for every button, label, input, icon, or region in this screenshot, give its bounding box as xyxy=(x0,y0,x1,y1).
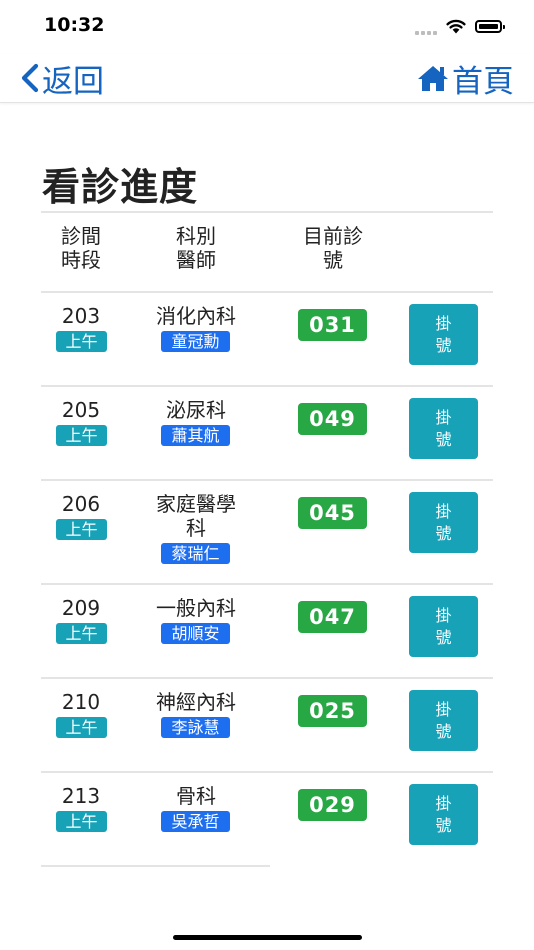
period-badge: 上午 xyxy=(56,811,107,832)
period-badge: 上午 xyxy=(56,519,107,540)
register-button[interactable]: 掛號 xyxy=(409,304,478,365)
current-number-badge: 047 xyxy=(298,601,367,633)
table-row: 213 上午 骨科 吳承哲 029 掛號 xyxy=(41,773,493,865)
table-row: 206 上午 家庭醫學科 蔡瑞仁 045 掛號 xyxy=(41,481,493,583)
register-button[interactable]: 掛號 xyxy=(409,784,478,845)
department-name: 神經內科 xyxy=(156,690,236,714)
column-header-dept-doctor: 科別 醫師 xyxy=(176,224,216,272)
period-badge: 上午 xyxy=(56,331,107,352)
table-row: 203 上午 消化內科 童冠勳 031 掛號 xyxy=(41,293,493,385)
table-row: 205 上午 泌尿科 蕭其航 049 掛號 xyxy=(41,387,493,479)
room-number: 209 xyxy=(61,596,101,620)
doctor-badge: 李詠慧 xyxy=(161,717,230,738)
table-row: 209 上午 一般內科 胡順安 047 掛號 xyxy=(41,585,493,677)
register-button[interactable]: 掛號 xyxy=(409,398,478,459)
home-icon xyxy=(418,66,448,91)
current-number-badge: 029 xyxy=(298,789,367,821)
doctor-badge: 吳承哲 xyxy=(161,811,230,832)
department-name: 一般內科 xyxy=(156,596,236,620)
cellular-signal-icon xyxy=(415,30,437,35)
status-bar: 10:32 xyxy=(0,0,534,54)
home-label: 首頁 xyxy=(452,63,514,100)
table-row: 210 上午 神經內科 李詠慧 025 掛號 xyxy=(41,679,493,771)
doctor-badge: 蕭其航 xyxy=(161,425,230,446)
room-number: 205 xyxy=(61,398,101,422)
current-number-badge: 031 xyxy=(298,309,367,341)
page-title: 看診進度 xyxy=(42,165,199,209)
room-number: 203 xyxy=(61,304,101,328)
battery-icon xyxy=(475,20,505,33)
register-button[interactable]: 掛號 xyxy=(409,690,478,751)
room-number: 210 xyxy=(61,690,101,714)
column-header-room-period: 診間 時段 xyxy=(61,224,101,272)
department-name: 消化內科 xyxy=(156,304,236,328)
navigation-bar: 返回 首頁 xyxy=(0,54,534,103)
back-label: 返回 xyxy=(42,63,104,100)
current-number-badge: 025 xyxy=(298,695,367,727)
back-button[interactable]: 返回 xyxy=(20,58,104,100)
department-name: 骨科 xyxy=(176,784,216,808)
register-button[interactable]: 掛號 xyxy=(409,492,478,553)
current-number-badge: 045 xyxy=(298,497,367,529)
doctor-badge: 蔡瑞仁 xyxy=(161,543,230,564)
table-top-divider xyxy=(41,211,493,213)
column-header-current-number: 目前診 號 xyxy=(303,224,363,272)
doctor-badge: 童冠勳 xyxy=(161,331,230,352)
register-button[interactable]: 掛號 xyxy=(409,596,478,657)
status-time: 10:32 xyxy=(44,14,105,36)
home-button[interactable]: 首頁 xyxy=(416,58,514,100)
department-name: 泌尿科 xyxy=(166,398,226,422)
chevron-left-icon xyxy=(21,63,39,93)
home-indicator[interactable] xyxy=(173,935,362,940)
room-number: 213 xyxy=(61,784,101,808)
table-bottom-divider xyxy=(41,865,270,867)
period-badge: 上午 xyxy=(56,623,107,644)
room-number: 206 xyxy=(61,492,101,516)
wifi-icon xyxy=(446,19,466,34)
doctor-badge: 胡順安 xyxy=(161,623,230,644)
department-name: 家庭醫學科 xyxy=(156,492,236,540)
current-number-badge: 049 xyxy=(298,403,367,435)
period-badge: 上午 xyxy=(56,717,107,738)
period-badge: 上午 xyxy=(56,425,107,446)
